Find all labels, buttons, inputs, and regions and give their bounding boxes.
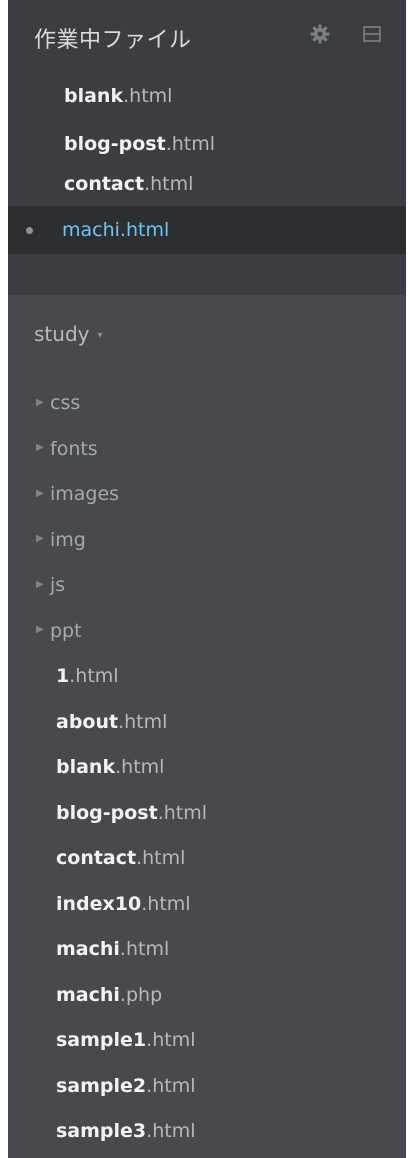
file-extension: .html [146,1029,196,1051]
gear-icon[interactable] [310,24,330,44]
file-extension: .html [146,1120,196,1142]
file-name: blank [56,756,116,778]
tree-file-item[interactable]: index10.html [8,881,406,927]
file-extension: .html [69,665,119,687]
working-files-panel: 作業中ファイル blank.html blog-post.html contac… [8,0,406,295]
tree-file-item[interactable]: blank.html [8,744,406,790]
tree-file-item[interactable]: contact.html [8,835,406,881]
tree-folder-item[interactable]: ▶ css [8,380,406,426]
tree-file-item[interactable]: about.html [8,699,406,745]
file-extension: .html [115,756,165,778]
tree-file-item[interactable]: sample2.html [8,1063,406,1109]
file-name: sample2 [56,1074,147,1097]
tree-file-item[interactable]: blog-post.html [8,790,406,836]
file-extension: .html [144,173,194,195]
folder-name: img [50,528,86,551]
tree-folder-item[interactable]: ▶ ppt [8,608,406,654]
working-file-item[interactable]: blank.html [8,72,406,120]
chevron-right-icon: ▶ [36,624,44,635]
chevron-down-icon: ▾ [97,329,103,341]
tree-folder-item[interactable]: ▶ images [8,471,406,517]
file-extension: .html [157,801,208,824]
working-files-header: 作業中ファイル [8,0,406,72]
folder-name: fonts [50,437,98,460]
tree-file-item[interactable]: 1.html [8,653,406,699]
tree-folder-item[interactable]: ▶ img [8,517,406,563]
split-view-icon[interactable] [363,26,381,42]
file-extension: .html [141,892,191,915]
file-extension: .html [118,710,168,733]
tree-file-item[interactable]: sample1.html [8,1017,406,1063]
working-file-item[interactable]: machi.html [8,206,406,254]
folder-name: images [50,483,120,505]
active-file-dot-icon [26,227,33,234]
file-name: blog-post [64,133,166,155]
file-extension: .html [123,85,173,107]
chevron-right-icon: ▶ [36,578,44,590]
file-name: about [56,710,119,733]
file-extension: .html [165,133,216,155]
chevron-right-icon: ▶ [36,487,44,499]
file-name: sample1 [56,1029,147,1051]
chevron-right-icon: ▶ [36,533,44,544]
tree-file-item[interactable]: sample3.html [8,1108,406,1154]
project-name: study [34,322,90,346]
file-extension: .html [146,1074,196,1097]
tree-folder-item[interactable]: ▶ js [8,562,406,608]
folder-name: js [50,574,66,596]
file-name: contact [56,847,137,869]
working-file-item[interactable]: contact.html [8,160,406,208]
tree-folder-item[interactable]: ▶ fonts [8,426,406,472]
file-name: blog-post [56,801,158,824]
chevron-right-icon: ▶ [36,442,44,453]
working-files-title: 作業中ファイル [34,28,192,53]
file-name: machi [56,983,120,1006]
file-extension: .php [119,983,163,1006]
file-extension: .html [136,847,186,869]
file-name: machi [56,938,120,960]
project-selector[interactable]: study ▾ [34,318,103,350]
sidebar: 作業中ファイル blank.html blog-post.html contac… [8,0,406,1158]
file-name: blank [64,85,124,107]
file-name: machi [62,219,120,241]
file-extension: .html [119,219,170,241]
file-name: 1 [56,665,70,687]
file-name: index10 [56,892,142,915]
chevron-right-icon: ▶ [36,396,44,408]
file-name: sample3 [56,1120,147,1142]
folder-name: ppt [50,619,82,642]
tree-file-item[interactable]: machi.html [8,926,406,972]
file-name: contact [64,173,145,195]
file-extension: .html [119,938,170,960]
folder-name: css [50,392,81,414]
tree-file-item[interactable]: machi.php [8,972,406,1018]
